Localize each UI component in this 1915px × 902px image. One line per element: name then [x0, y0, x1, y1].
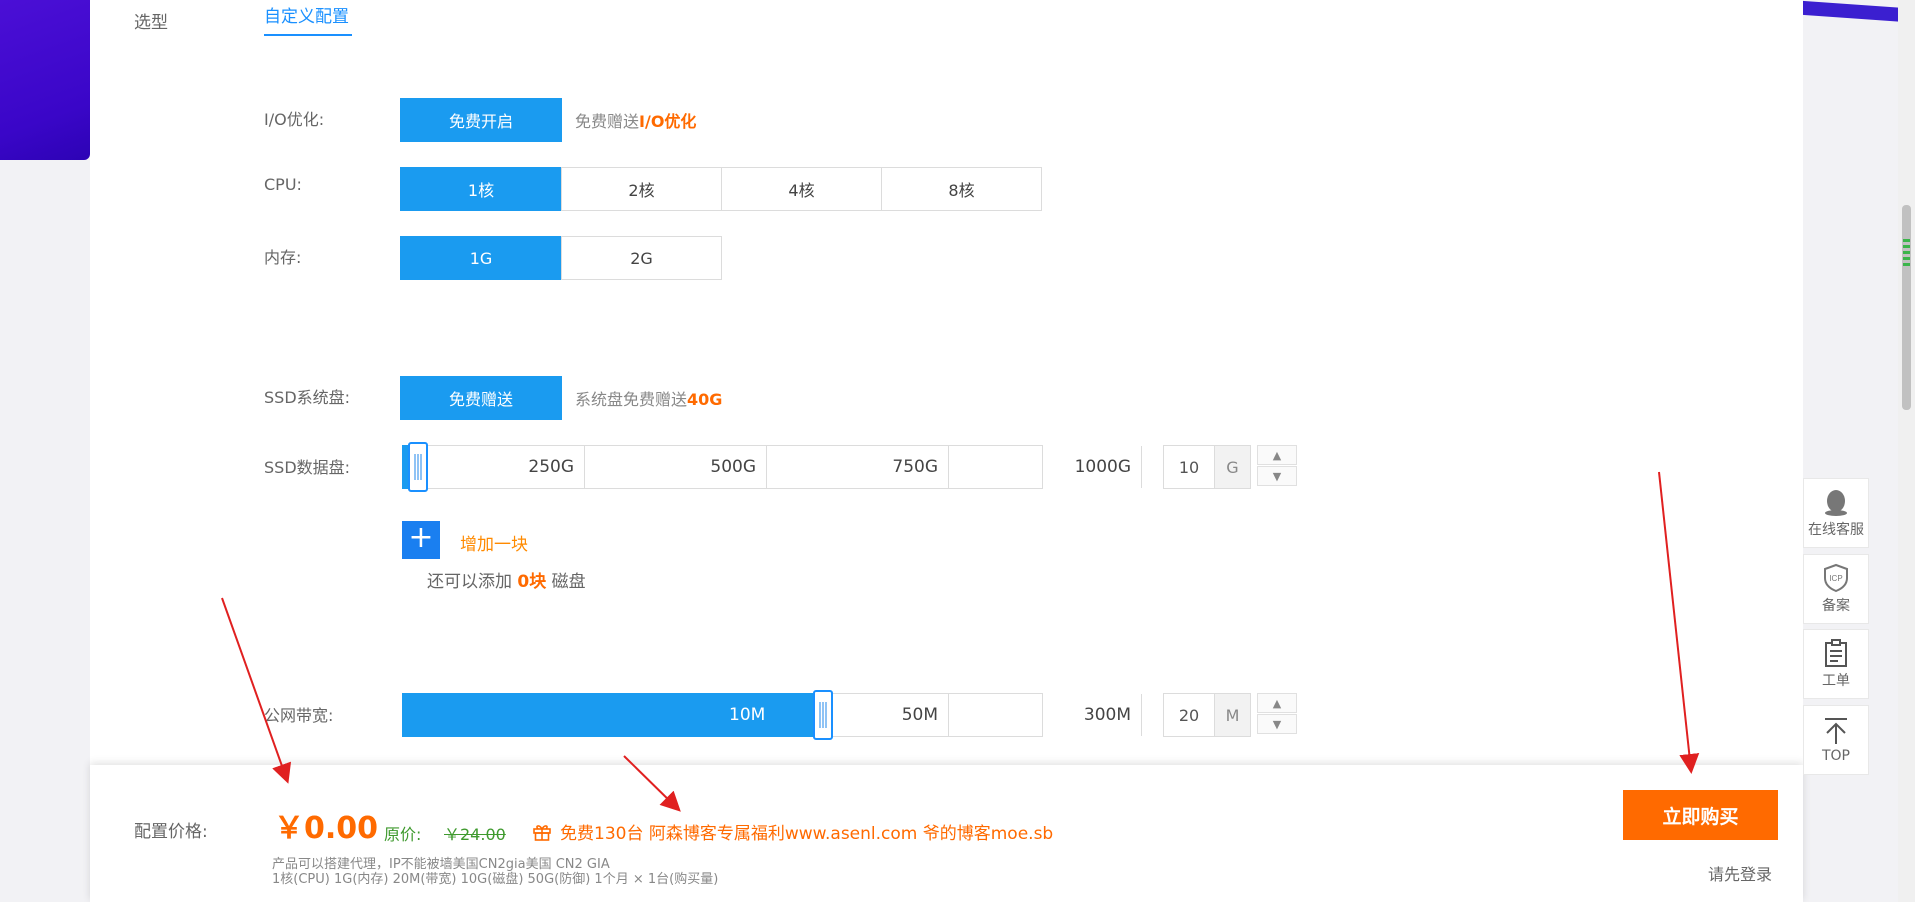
ssd-data-value[interactable]: 10: [1164, 446, 1214, 488]
memory-label: 内存:: [264, 248, 302, 267]
background-banner: [0, 0, 90, 160]
float-label-support: 在线客服: [1808, 522, 1864, 538]
bandwidth-slider-handle[interactable]: [813, 690, 833, 740]
buy-now-button[interactable]: 立即购买: [1623, 790, 1778, 840]
ticket-button[interactable]: 工单: [1803, 629, 1869, 699]
bandwidth-tick-10: 10M: [729, 705, 766, 725]
ssd-system-label: SSD系统盘:: [264, 388, 351, 407]
ssd-decrement-button[interactable]: ▼: [1257, 466, 1297, 486]
bandwidth-tick-300: 300M: [949, 694, 1142, 736]
cpu-option-1[interactable]: 1核: [400, 167, 562, 211]
bandwidth-input[interactable]: 20 M: [1163, 693, 1251, 737]
cpu-option-8[interactable]: 8核: [881, 167, 1042, 211]
bandwidth-increment-button[interactable]: ▲: [1257, 693, 1297, 713]
arrow-up-icon: [1825, 718, 1847, 744]
tab-custom-config[interactable]: 自定义配置: [264, 2, 349, 27]
remaining-disks-text: 还可以添加 0块 磁盘: [427, 572, 586, 592]
ssd-system-free-button[interactable]: 免费赠送: [400, 376, 562, 420]
back-to-top-button[interactable]: TOP: [1803, 705, 1869, 775]
memory-option-1g[interactable]: 1G: [400, 236, 562, 280]
original-price-label: 原价:: [384, 825, 422, 844]
clipboard-icon: [1825, 639, 1847, 667]
config-summary: 1核(CPU) 1G(内存) 20M(带宽) 10G(磁盘) 50G(防御) 1…: [272, 872, 719, 887]
ssd-slider-handle[interactable]: [408, 442, 428, 492]
add-disk-button[interactable]: +: [402, 521, 440, 559]
cpu-option-2[interactable]: 2核: [561, 167, 722, 211]
ssd-data-label: SSD数据盘:: [264, 458, 351, 477]
scrollbar-grip: [1901, 236, 1912, 276]
io-enable-button[interactable]: 免费开启: [400, 98, 562, 142]
ssd-tick-250: 250G: [403, 446, 585, 488]
qq-penguin-icon: [1825, 490, 1847, 516]
price-label: 配置价格:: [134, 822, 208, 842]
current-price: ￥0.00: [274, 811, 379, 846]
memory-option-2g[interactable]: 2G: [561, 236, 722, 280]
float-label-icp: 备案: [1822, 598, 1850, 614]
add-disk-label[interactable]: 增加一块: [460, 530, 528, 555]
ssd-data-unit: G: [1214, 446, 1250, 488]
bandwidth-slider[interactable]: 50M 300M 10M: [402, 693, 1142, 737]
tab-active-indicator: [264, 34, 352, 36]
icp-filing-button[interactable]: ICP 备案: [1803, 554, 1869, 624]
online-support-button[interactable]: 在线客服: [1803, 478, 1869, 548]
svg-text:ICP: ICP: [1829, 574, 1842, 583]
login-link[interactable]: 请先登录: [1708, 861, 1772, 885]
io-label: I/O优化:: [264, 110, 325, 129]
ssd-tick-1000: 1000G: [949, 446, 1142, 488]
page-scrollbar[interactable]: [1898, 0, 1915, 902]
background-banner-right: [1790, 0, 1915, 23]
tab-select[interactable]: 选型: [134, 8, 168, 33]
ssd-tick-750: 750G: [767, 446, 949, 488]
bandwidth-unit: M: [1214, 694, 1250, 736]
price-bar: 配置价格: ￥0.00 原价: ￥24.00 免费130台 阿森博客专属福利ww…: [90, 765, 1803, 902]
promo-text: 免费130台 阿森博客专属福利www.asenl.com 爷的博客moe.sb: [532, 819, 1053, 844]
ssd-increment-button[interactable]: ▲: [1257, 445, 1297, 465]
bandwidth-decrement-button[interactable]: ▼: [1257, 714, 1297, 734]
ssd-data-slider[interactable]: 250G 500G 750G 1000G: [402, 445, 1142, 489]
ssd-data-input[interactable]: 10 G: [1163, 445, 1251, 489]
cpu-option-4[interactable]: 4核: [721, 167, 882, 211]
cpu-label: CPU:: [264, 175, 302, 194]
original-price: ￥24.00: [444, 825, 506, 844]
gift-icon: [533, 824, 551, 841]
io-desc: 免费赠送I/O优化: [575, 112, 697, 131]
icp-shield-icon: ICP: [1824, 563, 1848, 593]
bandwidth-label: 公网带宽:: [264, 706, 334, 725]
bandwidth-value[interactable]: 20: [1164, 694, 1214, 736]
ssd-tick-500: 500G: [585, 446, 767, 488]
float-label-ticket: 工单: [1822, 673, 1850, 689]
ssd-system-desc: 系统盘免费赠送40G: [575, 390, 723, 409]
float-label-top: TOP: [1821, 748, 1850, 764]
